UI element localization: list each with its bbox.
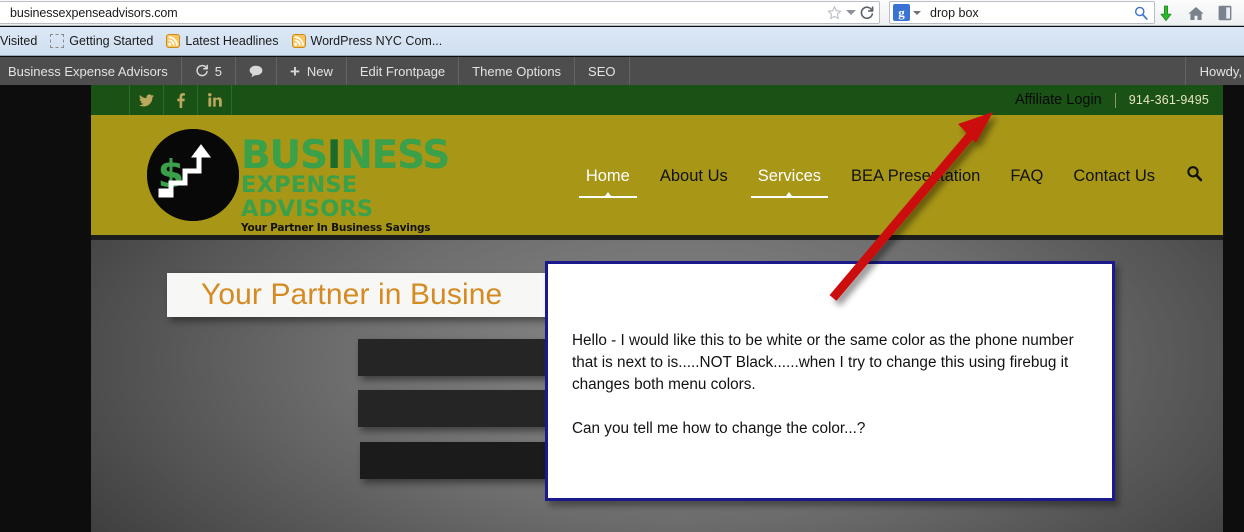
search-input[interactable]: drop box bbox=[930, 6, 979, 20]
facebook-icon bbox=[176, 92, 185, 108]
logo-wordmark: BUSINESS EXPENSE ADVISORS Your Partner I… bbox=[241, 136, 450, 246]
nav-search-button[interactable] bbox=[1170, 165, 1209, 187]
site-logo[interactable]: $ BUSINESS EXPENSE ADVISORS Your Partner… bbox=[147, 127, 450, 246]
main-navigation: Home About Us Services BEA Presentation bbox=[571, 165, 1209, 198]
rss-icon bbox=[291, 34, 306, 48]
bookmarks-bar: Visited Getting Started Latest Headlines… bbox=[0, 27, 1244, 56]
star-icon[interactable] bbox=[826, 4, 843, 21]
admin-bar-new[interactable]: + New bbox=[277, 57, 347, 85]
annotation-paragraph-1: Hello - I would like this to be white or… bbox=[572, 332, 1074, 393]
comment-bubble-icon bbox=[249, 65, 263, 78]
nav-item-home[interactable]: Home bbox=[571, 165, 645, 198]
social-link-twitter[interactable] bbox=[129, 85, 164, 115]
updates-count: 5 bbox=[214, 63, 222, 79]
toolbar-right-icons bbox=[1158, 0, 1232, 26]
nav-item-contact-us[interactable]: Contact Us bbox=[1058, 165, 1170, 187]
nav-label: FAQ bbox=[1010, 167, 1044, 185]
bookmark-item[interactable]: Getting Started bbox=[50, 34, 153, 48]
logo-line-2: EXPENSE ADVISORS bbox=[241, 172, 374, 222]
bookmark-label: Getting Started bbox=[69, 34, 154, 48]
browser-toolbar: businessexpenseadvisors.com g drop box bbox=[0, 0, 1244, 26]
admin-bar-howdy[interactable]: Howdy, bbox=[1184, 57, 1244, 85]
phone-number[interactable]: 914-361-9495 bbox=[1116, 93, 1223, 107]
dashed-box-icon bbox=[50, 34, 65, 48]
download-icon[interactable] bbox=[1158, 5, 1174, 22]
admin-bar-seo[interactable]: SEO bbox=[575, 57, 630, 85]
nav-label: Services bbox=[757, 167, 822, 185]
refresh-icon bbox=[195, 64, 209, 78]
address-bar-actions bbox=[826, 2, 875, 23]
admin-bar-edit-frontpage[interactable]: Edit Frontpage bbox=[347, 57, 460, 85]
nav-active-marker bbox=[786, 192, 793, 196]
reload-icon[interactable] bbox=[859, 5, 875, 21]
edit-frontpage-label: Edit Frontpage bbox=[359, 63, 446, 79]
top-bar-right: Affiliate Login 914-361-9495 bbox=[1015, 85, 1223, 115]
search-bar[interactable]: g drop box bbox=[889, 1, 1155, 24]
nav-label: Home bbox=[585, 167, 630, 185]
admin-bar-updates[interactable]: 5 bbox=[182, 57, 236, 85]
address-bar[interactable]: businessexpenseadvisors.com bbox=[0, 1, 880, 24]
nav-item-faq[interactable]: FAQ bbox=[995, 165, 1058, 187]
nav-item-bea-presentation[interactable]: BEA Presentation bbox=[836, 165, 995, 187]
search-engine-chevron-icon[interactable] bbox=[913, 10, 921, 15]
theme-options-label: Theme Options bbox=[472, 63, 562, 79]
linkedin-icon bbox=[207, 93, 222, 107]
seo-label: SEO bbox=[588, 63, 616, 79]
bookmark-label: WordPress NYC Com... bbox=[310, 34, 443, 48]
new-label: New bbox=[306, 63, 333, 79]
search-icon bbox=[1186, 165, 1203, 187]
affiliate-login-link[interactable]: Affiliate Login bbox=[1015, 92, 1115, 108]
nav-label: Contact Us bbox=[1073, 167, 1155, 185]
rss-icon bbox=[166, 34, 181, 48]
admin-bar-theme-options[interactable]: Theme Options bbox=[459, 57, 576, 85]
admin-bar-site-name[interactable]: Business Expense Advisors bbox=[0, 57, 182, 85]
social-link-linkedin[interactable] bbox=[197, 85, 232, 115]
dollar-stairs-icon: $ bbox=[147, 129, 239, 221]
browser-window: businessexpenseadvisors.com g drop box V… bbox=[0, 0, 1244, 532]
nav-item-about-us[interactable]: About Us bbox=[645, 165, 743, 187]
site-header: $ BUSINESS EXPENSE ADVISORS Your Partner… bbox=[91, 115, 1223, 246]
wordpress-admin-bar: Business Expense Advisors 5 + New Edit F… bbox=[0, 57, 1244, 85]
social-links bbox=[129, 85, 232, 115]
chevron-down-icon[interactable] bbox=[846, 10, 856, 15]
home-icon[interactable] bbox=[1187, 5, 1205, 22]
twitter-icon bbox=[139, 93, 154, 107]
bookmark-item[interactable]: Visited bbox=[0, 34, 37, 48]
bookmark-item[interactable]: Latest Headlines bbox=[166, 34, 279, 48]
page-right-margin bbox=[1223, 85, 1244, 532]
nav-active-marker bbox=[604, 192, 611, 196]
logo-line-1: BUSINESS bbox=[241, 136, 450, 175]
google-icon[interactable]: g bbox=[893, 4, 910, 21]
plus-icon: + bbox=[289, 61, 300, 81]
site-top-bar: Affiliate Login 914-361-9495 bbox=[91, 85, 1223, 115]
nav-label: BEA Presentation bbox=[851, 167, 981, 185]
nav-label: About Us bbox=[659, 167, 728, 185]
bookmark-label: Visited bbox=[0, 34, 38, 48]
howdy-label: Howdy, bbox=[1199, 63, 1242, 79]
bookmark-item[interactable]: WordPress NYC Com... bbox=[291, 34, 443, 48]
hero-title-text: Your Partner in Busine bbox=[201, 278, 503, 311]
annotation-paragraph-2: Can you tell me how to change the color.… bbox=[572, 420, 866, 437]
social-link-facebook[interactable] bbox=[163, 85, 198, 115]
nav-item-services[interactable]: Services bbox=[743, 165, 836, 198]
admin-bar-comments[interactable] bbox=[236, 57, 277, 85]
address-bar-text: businessexpenseadvisors.com bbox=[10, 5, 178, 20]
bookmark-label: Latest Headlines bbox=[185, 34, 279, 48]
site-name-label: Business Expense Advisors bbox=[8, 63, 168, 79]
panel-icon[interactable] bbox=[1218, 5, 1232, 21]
annotation-callout-box: Hello - I would like this to be white or… bbox=[545, 261, 1115, 501]
